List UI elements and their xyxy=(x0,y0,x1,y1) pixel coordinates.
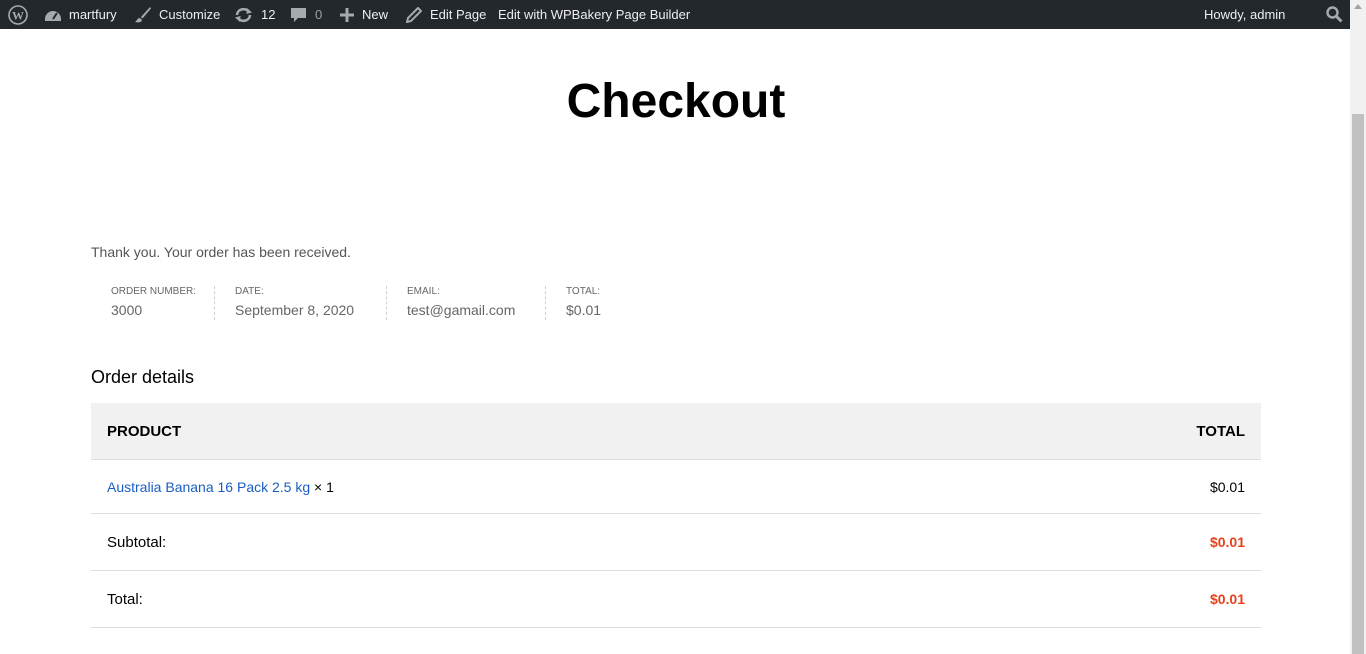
order-details-title: Order details xyxy=(91,367,195,387)
brush-icon xyxy=(134,6,152,24)
new-label: New xyxy=(362,7,389,22)
product-link[interactable]: Australia Banana 16 Pack 2.5 kg xyxy=(107,479,310,495)
svg-text:W: W xyxy=(12,8,24,22)
order-date-overview: DATE: September 8, 2020 xyxy=(235,286,387,320)
wordpress-logo-icon[interactable]: W xyxy=(8,0,28,29)
order-total-label: TOTAL: xyxy=(566,286,601,297)
customize-label: Customize xyxy=(159,7,221,22)
product-column-header: PRODUCT xyxy=(91,403,984,460)
product-total-cell: $0.01 xyxy=(983,459,1261,514)
order-total-overview: TOTAL: $0.01 xyxy=(566,286,686,320)
updates-link[interactable]: 12 xyxy=(234,0,275,29)
comment-icon xyxy=(290,7,307,23)
order-date-value: September 8, 2020 xyxy=(235,302,355,318)
order-email-label: EMAIL: xyxy=(407,286,440,297)
table-row: Total: $0.01 xyxy=(91,570,1261,628)
search-icon[interactable] xyxy=(1326,0,1343,29)
subtotal-label: Subtotal: xyxy=(91,513,984,571)
pencil-icon xyxy=(406,6,422,23)
comments-link[interactable]: 0 xyxy=(290,0,322,29)
my-account-link[interactable]: Howdy, admin xyxy=(1204,0,1285,29)
customize-link[interactable]: Customize xyxy=(134,0,220,29)
table-row: Subtotal: $0.01 xyxy=(91,513,1261,571)
comments-count: 0 xyxy=(315,7,323,22)
wp-admin-bar: W martfury Customize 12 0 New Edit Page … xyxy=(0,0,1350,29)
edit-page-link[interactable]: Edit Page xyxy=(406,0,486,29)
order-number-overview: ORDER NUMBER: 3000 xyxy=(111,286,215,320)
product-cell: Australia Banana 16 Pack 2.5 kg × 1 xyxy=(91,459,984,514)
dashboard-icon xyxy=(44,7,62,23)
order-received-notice: Thank you. Your order has been received. xyxy=(91,244,351,260)
new-content-link[interactable]: New xyxy=(340,0,388,29)
order-date-label: DATE: xyxy=(235,286,264,297)
order-number-value: 3000 xyxy=(111,302,143,318)
scroll-up-arrow-icon[interactable] xyxy=(1354,4,1362,9)
updates-icon xyxy=(234,7,253,23)
table-row: Australia Banana 16 Pack 2.5 kg × 1 $0.0… xyxy=(91,459,1261,514)
wpbakery-link[interactable]: Edit with WPBakery Page Builder xyxy=(498,0,690,29)
order-number-label: ORDER NUMBER: xyxy=(111,286,197,297)
table-header-row: PRODUCT TOTAL xyxy=(91,403,1261,460)
edit-page-label: Edit Page xyxy=(430,7,487,22)
scrollbar-thumb[interactable] xyxy=(1352,114,1364,654)
order-total-value: $0.01 xyxy=(566,302,602,318)
subtotal-value-cell: $0.01 xyxy=(983,513,1261,571)
total-label: Total: xyxy=(91,570,984,628)
order-email-overview: EMAIL: test@gamail.com xyxy=(407,286,546,320)
subtotal-value: $0.01 xyxy=(1209,533,1245,550)
page-title: Checkout xyxy=(566,75,786,128)
site-name-label: martfury xyxy=(69,7,117,22)
site-name-link[interactable]: martfury xyxy=(44,0,117,29)
updates-count: 12 xyxy=(261,7,276,22)
order-email-value: test@gamail.com xyxy=(407,302,516,318)
plus-icon xyxy=(340,7,354,22)
product-quantity: × 1 xyxy=(314,478,334,495)
total-value: $0.01 xyxy=(1209,590,1245,607)
total-column-header: TOTAL xyxy=(983,403,1261,460)
order-details-table: PRODUCT TOTAL Australia Banana 16 Pack 2… xyxy=(91,403,1261,628)
total-value-cell: $0.01 xyxy=(983,570,1261,628)
